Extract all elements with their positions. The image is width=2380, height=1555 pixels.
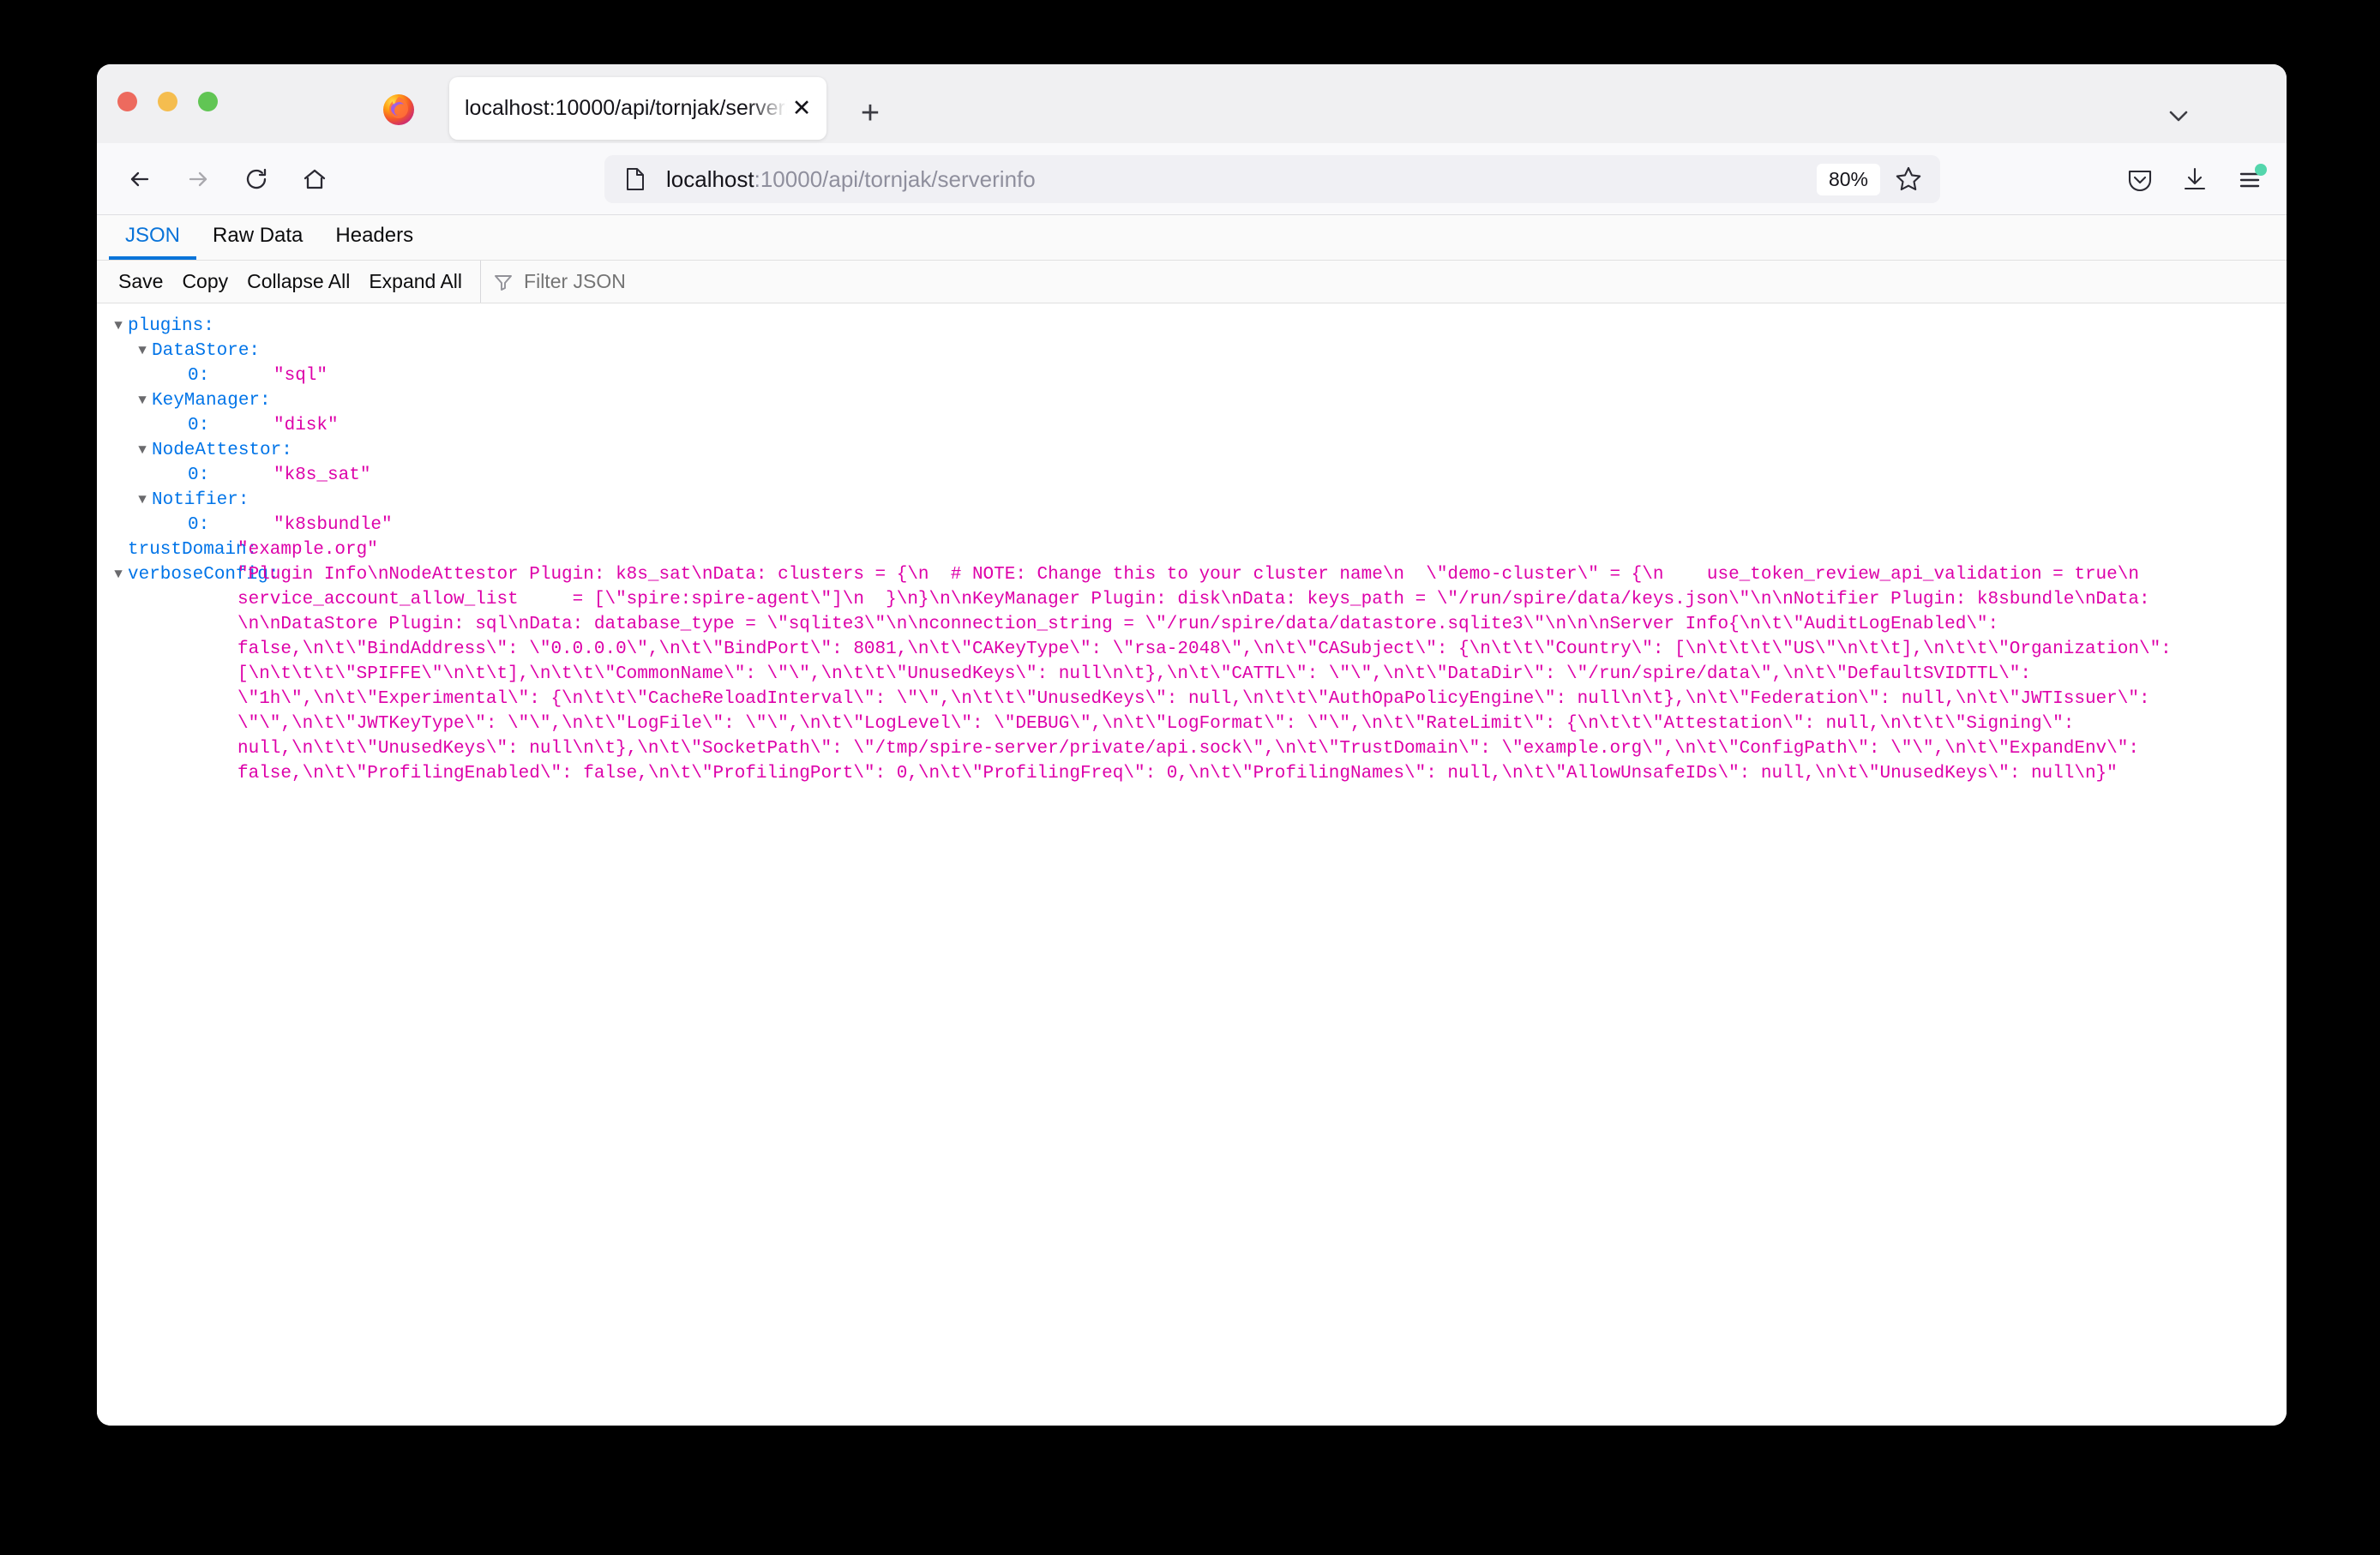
collapse-all-button[interactable]: Collapse All xyxy=(237,270,359,293)
twisty-open-icon[interactable]: ▼ xyxy=(109,314,128,339)
browser-tab[interactable]: localhost:10000/api/tornjak/serverinfo ✕ xyxy=(449,77,826,140)
json-value-verboseconfig: "Plugin Info\nNodeAttestor Plugin: k8s_s… xyxy=(237,565,2183,784)
twisty-open-icon[interactable]: ▼ xyxy=(133,488,152,513)
browser-window: localhost:10000/api/tornjak/serverinfo ✕… xyxy=(97,64,2287,1426)
json-key-nodeattestor: NodeAttestor: xyxy=(152,441,292,460)
json-key-datastore: DataStore: xyxy=(152,341,261,361)
json-value-notifier-0: "k8sbundle" xyxy=(273,515,393,535)
hamburger-menu-icon[interactable] xyxy=(2232,161,2268,197)
downloads-icon[interactable] xyxy=(2177,161,2213,197)
back-button-icon[interactable] xyxy=(116,155,164,203)
list-all-tabs-icon[interactable] xyxy=(2161,99,2196,133)
twisty-open-icon[interactable]: ▼ xyxy=(133,339,152,363)
tab-json[interactable]: JSON xyxy=(109,215,197,260)
firefox-logo-icon xyxy=(380,90,418,128)
address-bar-url: localhost:10000/api/tornjak/serverinfo xyxy=(666,166,1817,193)
json-value-datastore-0: "sql" xyxy=(273,366,328,386)
home-button-icon[interactable] xyxy=(291,155,339,203)
save-button[interactable]: Save xyxy=(109,270,172,293)
json-viewer-toolbar: Save Copy Collapse All Expand All xyxy=(97,261,2287,303)
menu-update-badge xyxy=(2255,164,2267,176)
json-value-keymanager-0: "disk" xyxy=(273,416,339,435)
tree-row-plugins[interactable]: ▼ plugins: xyxy=(97,314,2287,339)
filter-json-input[interactable] xyxy=(522,269,886,294)
zoom-level-badge[interactable]: 80% xyxy=(1816,163,1880,195)
json-key-trustdomain: trustDomain: xyxy=(128,540,258,560)
page-document-icon xyxy=(623,166,647,192)
tree-row-trustdomain: ▼ trustDomain: "example.org" xyxy=(97,537,2287,562)
json-key-keymanager: KeyManager: xyxy=(152,391,271,411)
browser-actions xyxy=(2122,155,2268,203)
tree-row-keymanager-0: ▼ 0: "disk" xyxy=(97,413,2287,438)
twisty-open-icon[interactable]: ▼ xyxy=(133,388,152,413)
json-key-verboseconfig: verboseConfig: xyxy=(128,565,279,585)
new-tab-button[interactable]: + xyxy=(851,94,889,132)
tree-row-datastore[interactable]: ▼ DataStore: xyxy=(97,339,2287,363)
tree-row-datastore-0: ▼ 0: "sql" xyxy=(97,363,2287,388)
json-value-trustdomain: "example.org" xyxy=(237,540,378,560)
close-window-button[interactable] xyxy=(117,92,137,111)
json-index-0: 0: xyxy=(188,465,210,485)
json-tree: ▼ plugins: ▼ DataStore: ▼ 0: "sql" ▼ Key… xyxy=(97,303,2287,1426)
twisty-open-icon[interactable]: ▼ xyxy=(133,438,152,463)
json-index-0: 0: xyxy=(188,515,210,535)
tab-headers[interactable]: Headers xyxy=(319,215,430,260)
bookmark-star-icon[interactable] xyxy=(1892,163,1925,195)
forward-button-icon[interactable] xyxy=(174,155,222,203)
json-viewer-panel: JSON Raw Data Headers Save Copy Collapse… xyxy=(97,215,2287,1426)
twisty-open-icon[interactable]: ▼ xyxy=(109,562,128,587)
close-tab-icon[interactable]: ✕ xyxy=(789,96,814,122)
tab-strip: localhost:10000/api/tornjak/serverinfo ✕… xyxy=(97,64,2287,143)
json-key-notifier: Notifier: xyxy=(152,490,249,510)
tree-row-nodeattestor[interactable]: ▼ NodeAttestor: xyxy=(97,438,2287,463)
copy-button[interactable]: Copy xyxy=(172,270,237,293)
tab-raw-data[interactable]: Raw Data xyxy=(196,215,319,260)
url-path: :10000/api/tornjak/serverinfo xyxy=(754,165,1036,192)
json-key-plugins: plugins: xyxy=(128,316,214,336)
window-controls xyxy=(117,92,218,111)
navigation-toolbar: localhost:10000/api/tornjak/serverinfo 8… xyxy=(97,143,2287,215)
url-host: localhost xyxy=(666,165,754,192)
json-index-0: 0: xyxy=(188,416,210,435)
minimize-window-button[interactable] xyxy=(158,92,177,111)
pocket-save-icon[interactable] xyxy=(2122,161,2158,197)
tree-row-keymanager[interactable]: ▼ KeyManager: xyxy=(97,388,2287,413)
json-value-nodeattestor-0: "k8s_sat" xyxy=(273,465,371,485)
filter-funnel-icon xyxy=(493,272,514,292)
tree-row-notifier[interactable]: ▼ Notifier: xyxy=(97,488,2287,513)
json-index-0: 0: xyxy=(188,366,210,386)
json-viewer-tabs: JSON Raw Data Headers xyxy=(97,215,2287,261)
reload-button-icon[interactable] xyxy=(232,155,280,203)
tab-title: localhost:10000/api/tornjak/serverinfo xyxy=(465,96,787,120)
maximize-window-button[interactable] xyxy=(198,92,218,111)
address-bar[interactable]: localhost:10000/api/tornjak/serverinfo 8… xyxy=(604,155,1940,203)
tree-row-verboseconfig[interactable]: ▼ verboseConfig: "Plugin Info\nNodeAttes… xyxy=(97,562,2287,786)
tree-row-nodeattestor-0: ▼ 0: "k8s_sat" xyxy=(97,463,2287,488)
expand-all-button[interactable]: Expand All xyxy=(359,270,472,293)
tree-row-notifier-0: ▼ 0: "k8sbundle" xyxy=(97,513,2287,537)
filter-json-wrapper xyxy=(480,261,886,303)
